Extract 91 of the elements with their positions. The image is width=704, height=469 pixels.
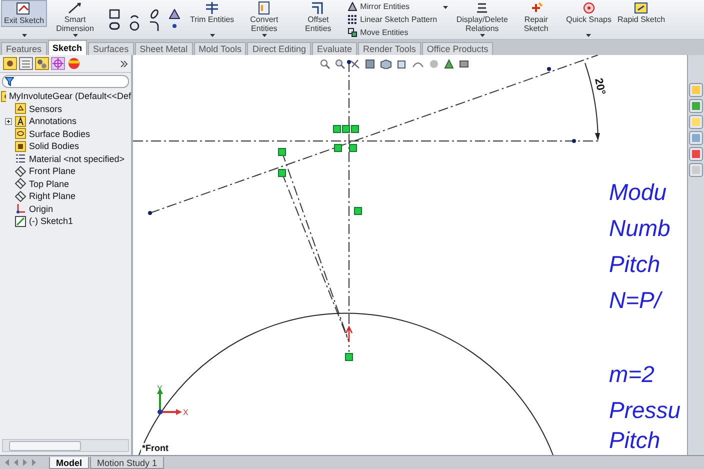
command-tab[interactable]: Direct Editing bbox=[247, 42, 311, 55]
tree-item[interactable]: Sensors bbox=[15, 102, 62, 115]
zoom-icon[interactable] bbox=[320, 59, 330, 69]
caret-icon[interactable] bbox=[72, 34, 78, 37]
origin-icon bbox=[15, 203, 26, 214]
filter-field[interactable] bbox=[2, 75, 129, 88]
ribbon-button[interactable]: Exit Sketch bbox=[1, 0, 48, 27]
rectangle-icon[interactable] bbox=[109, 8, 120, 18]
ribbon-button[interactable]: Trim Entities bbox=[188, 0, 236, 25]
tree-item[interactable]: Annotations bbox=[15, 115, 77, 128]
note-text: Pitch bbox=[609, 251, 660, 277]
command-tab[interactable]: Sheet Metal bbox=[134, 42, 193, 55]
sketch-icon bbox=[15, 216, 26, 227]
plane-icon bbox=[15, 178, 26, 190]
expand-icon[interactable] bbox=[5, 118, 12, 125]
plane-icon bbox=[15, 166, 26, 177]
material-icon bbox=[15, 153, 26, 164]
ribbon-button[interactable]: Linear Sketch Pattern bbox=[346, 15, 440, 24]
caret-icon[interactable] bbox=[262, 34, 267, 37]
part-name: MyInvoluteGear (Default<<Def bbox=[8, 91, 131, 102]
chevron-icon[interactable] bbox=[120, 60, 128, 68]
axis-label: X bbox=[183, 408, 188, 417]
ribbon-button[interactable]: Smart Dimension bbox=[49, 0, 102, 34]
view-orientation-icon[interactable] bbox=[380, 59, 392, 69]
view-label: *Front bbox=[141, 443, 170, 453]
property-manager-icon[interactable] bbox=[19, 57, 33, 70]
scroll-thumb[interactable] bbox=[9, 440, 81, 450]
tree-item[interactable]: Front Plane bbox=[15, 165, 76, 178]
command-tab[interactable]: Evaluate bbox=[312, 42, 358, 55]
ribbon-button[interactable]: Repair Sketch bbox=[510, 0, 562, 34]
ribbon-button[interactable]: Rapid Sketch bbox=[615, 0, 668, 25]
pattern-icon bbox=[348, 15, 358, 24]
note-text: N=P/ bbox=[609, 287, 661, 313]
note-text: Numb bbox=[609, 215, 670, 241]
ribbon-button[interactable]: Quick Snaps bbox=[564, 0, 614, 25]
caret-icon[interactable] bbox=[443, 6, 448, 9]
slot-icon[interactable] bbox=[109, 20, 120, 30]
sketch-point bbox=[148, 211, 152, 215]
note-text: Modu bbox=[609, 179, 667, 205]
ribbon-button[interactable]: Offset Entities bbox=[292, 0, 344, 34]
tree-item[interactable]: Surface Bodies bbox=[15, 128, 90, 140]
trim-icon bbox=[204, 1, 220, 15]
command-tab[interactable]: Surfaces bbox=[88, 42, 134, 55]
snap-icon bbox=[580, 1, 597, 15]
ribbon-button[interactable]: Convert Entities bbox=[238, 0, 290, 34]
direction-arrow bbox=[345, 326, 353, 343]
ribbon-button[interactable]: Move Entities bbox=[346, 28, 440, 37]
bottom-tab[interactable]: Motion Study 1 bbox=[90, 457, 164, 469]
caret-icon[interactable] bbox=[22, 34, 26, 37]
tree-item[interactable]: Top Plane bbox=[15, 178, 70, 190]
relation-icon bbox=[278, 169, 286, 177]
ribbon-button[interactable]: Mirror Entities bbox=[346, 2, 440, 11]
relation-icon bbox=[345, 353, 353, 361]
filter-icon bbox=[5, 77, 14, 86]
exit-sketch-icon bbox=[16, 2, 32, 16]
sketch-point bbox=[347, 60, 351, 64]
horizontal-scrollbar[interactable] bbox=[2, 439, 129, 452]
note-text: m=2 bbox=[609, 361, 654, 387]
command-tab[interactable]: Render Tools bbox=[358, 42, 421, 55]
move-icon bbox=[348, 28, 358, 37]
caret-icon[interactable] bbox=[586, 34, 592, 37]
note-text: Pitch bbox=[609, 427, 660, 453]
tree-item[interactable]: Right Plane bbox=[15, 190, 76, 202]
bottom-tab[interactable]: Model bbox=[49, 457, 89, 469]
axis-triad-drawing bbox=[157, 388, 182, 415]
caret-icon[interactable] bbox=[480, 34, 485, 37]
sketch-point bbox=[572, 139, 576, 143]
dimension-icon bbox=[67, 1, 84, 15]
tree-item[interactable]: Solid Bodies bbox=[15, 140, 80, 152]
ribbon-button[interactable]: Display/Delete Relations bbox=[456, 0, 508, 34]
triangle-icon[interactable] bbox=[169, 8, 180, 18]
crosshair-icon[interactable] bbox=[51, 57, 65, 70]
plane-icon bbox=[15, 190, 26, 202]
tree-item[interactable]: Material <not specified> bbox=[15, 152, 125, 165]
note-text: Pressu bbox=[609, 397, 681, 423]
tree-item[interactable]: (-) Sketch1 bbox=[15, 215, 74, 228]
sketch-point bbox=[547, 67, 551, 71]
relation-icon bbox=[278, 148, 286, 156]
dimension-label: 20° bbox=[592, 77, 608, 96]
annotation-icon bbox=[15, 116, 26, 127]
relation-icon bbox=[354, 207, 362, 215]
command-tab[interactable]: Office Products bbox=[422, 42, 494, 55]
command-tab[interactable]: Features bbox=[1, 42, 47, 55]
tree-item[interactable]: MyInvoluteGear (Default<<Def bbox=[1, 90, 131, 102]
ellipse-icon[interactable] bbox=[149, 8, 160, 18]
fillet-icon[interactable] bbox=[149, 20, 160, 30]
command-tab[interactable]: Mold Tools bbox=[194, 42, 246, 55]
zoom-area-icon[interactable] bbox=[335, 59, 345, 69]
command-tab[interactable]: Sketch bbox=[48, 40, 88, 55]
caret-icon[interactable] bbox=[210, 34, 215, 37]
tree-item[interactable]: Origin bbox=[15, 202, 54, 215]
